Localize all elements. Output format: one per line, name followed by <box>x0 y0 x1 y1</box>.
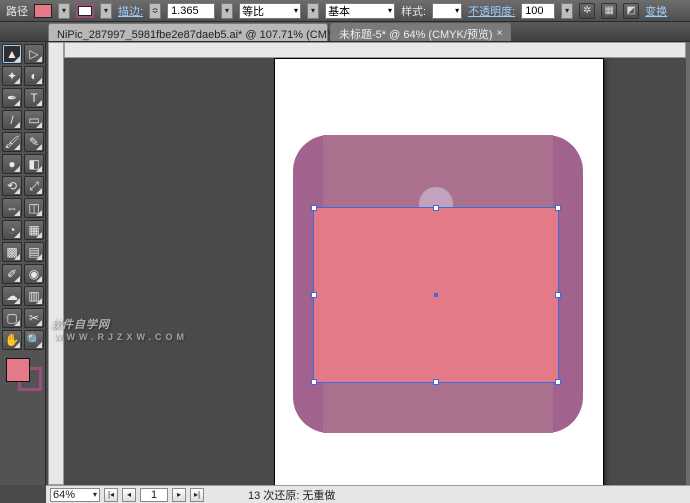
tool-rect[interactable]: ▭ <box>24 110 44 130</box>
color-block <box>2 354 44 394</box>
main-area: ▲▷✦◐✒T/▭🖌✎●◧⟲⤢⇔◫◔▦▩▤✐◉☁▥▢✂✋🔍 软件自学网 WWW.R… <box>0 42 690 485</box>
ruler-vertical[interactable] <box>48 42 64 485</box>
tool-lasso[interactable]: ◐ <box>24 66 44 86</box>
tool-perspective[interactable]: ▦ <box>24 220 44 240</box>
tool-blob[interactable]: ● <box>2 154 22 174</box>
doc-tab-0-label: NiPic_287997_5981fbe2e87daeb5.ai* @ 107.… <box>57 26 370 42</box>
ruler-horizontal[interactable] <box>64 42 686 58</box>
status-bar: 64%▾ |◂ ◂ 1 ▸ ▸| 13 次还原: 无重做 <box>46 485 690 503</box>
tool-scale[interactable]: ⤢ <box>24 176 44 196</box>
artboard <box>274 58 604 485</box>
tool-selection[interactable]: ▲ <box>2 44 22 64</box>
close-icon[interactable]: × <box>497 28 503 39</box>
tool-hand[interactable]: ✋ <box>2 330 22 350</box>
tool-mesh[interactable]: ▩ <box>2 242 22 262</box>
selection-handle-br[interactable] <box>555 379 561 385</box>
first-page-button[interactable]: |◂ <box>104 488 118 502</box>
doc-tab-0[interactable]: NiPic_287997_5981fbe2e87daeb5.ai* @ 107.… <box>48 23 328 41</box>
toolbox: ▲▷✦◐✒T/▭🖌✎●◧⟲⤢⇔◫◔▦▩▤✐◉☁▥▢✂✋🔍 <box>0 42 46 485</box>
doc-tab-1-label: 未标题-5* @ 64% (CMYK/预览) <box>339 26 493 42</box>
tool-line[interactable]: / <box>2 110 22 130</box>
recolor-icon[interactable]: ✲ <box>579 3 595 19</box>
tool-eyedrop[interactable]: ✐ <box>2 264 22 284</box>
tool-brush[interactable]: 🖌 <box>2 132 22 152</box>
selection-handle-tr[interactable] <box>555 205 561 211</box>
path-label: 路径 <box>6 3 28 19</box>
selection-handle-bc[interactable] <box>433 379 439 385</box>
dash-combo[interactable]: 等比▾ <box>239 3 301 19</box>
stroke-width-step2[interactable]: ▾ <box>307 3 319 19</box>
selected-rect-shape[interactable] <box>313 207 559 383</box>
tool-free-trans[interactable]: ◫ <box>24 198 44 218</box>
tool-shape-builder[interactable]: ◔ <box>2 220 22 240</box>
tool-blend[interactable]: ◉ <box>24 264 44 284</box>
stroke-stepper[interactable]: ≎ <box>149 3 161 19</box>
selection-handle-tc[interactable] <box>433 205 439 211</box>
prev-page-button[interactable]: ◂ <box>122 488 136 502</box>
selection-handle-bl[interactable] <box>311 379 317 385</box>
tool-type[interactable]: T <box>24 88 44 108</box>
tool-symbol[interactable]: ☁ <box>2 286 22 306</box>
tabs-bar: NiPic_287997_5981fbe2e87daeb5.ai* @ 107.… <box>0 22 690 42</box>
stroke-width-step[interactable]: ▾ <box>221 3 233 19</box>
align-icon[interactable]: ▦ <box>601 3 617 19</box>
selection-handle-mr[interactable] <box>555 292 561 298</box>
fill-swatch[interactable] <box>34 4 52 18</box>
profile-combo-label: 基本 <box>328 3 350 19</box>
selection-handle-ml[interactable] <box>311 292 317 298</box>
canvas[interactable] <box>64 58 686 485</box>
fill-dropdown[interactable]: ▾ <box>58 3 70 19</box>
tool-graph[interactable]: ▥ <box>24 286 44 306</box>
page-input[interactable]: 1 <box>140 488 168 502</box>
tool-gradient[interactable]: ▤ <box>24 242 44 262</box>
tool-pen[interactable]: ✒ <box>2 88 22 108</box>
stroke-width-input[interactable]: 1.365 <box>167 3 215 19</box>
undo-status-text: 13 次还原: 无重做 <box>248 487 335 503</box>
zoom-value: 64% <box>53 489 75 501</box>
zoom-input[interactable]: 64%▾ <box>50 488 100 502</box>
vertical-scrollbar[interactable] <box>686 42 690 485</box>
profile-combo[interactable]: 基本▾ <box>325 3 395 19</box>
stroke-swatch[interactable] <box>76 4 94 18</box>
style-label: 样式: <box>401 3 426 19</box>
tool-width[interactable]: ⇔ <box>2 198 22 218</box>
tool-zoom[interactable]: 🔍 <box>24 330 44 350</box>
change-link[interactable]: 变换 <box>645 3 667 19</box>
opacity-input[interactable]: 100 <box>521 3 555 19</box>
tool-eraser[interactable]: ◧ <box>24 154 44 174</box>
dash-combo-label: 等比 <box>242 3 264 19</box>
selection-handle-tl[interactable] <box>311 205 317 211</box>
next-page-button[interactable]: ▸ <box>172 488 186 502</box>
tool-rotate[interactable]: ⟲ <box>2 176 22 196</box>
tool-artboard[interactable]: ▢ <box>2 308 22 328</box>
tool-magic-wand[interactable]: ✦ <box>2 66 22 86</box>
opacity-step[interactable]: ▾ <box>561 3 573 19</box>
selection-center-point[interactable] <box>434 293 438 297</box>
options-bar: 路径 ▾ ▾ 描边: ≎ 1.365 ▾ 等比▾ ▾ 基本▾ 样式: ▾ 不透明… <box>0 0 690 22</box>
tool-direct-select[interactable]: ▷ <box>24 44 44 64</box>
fill-color[interactable] <box>6 358 30 382</box>
transform-icon[interactable]: ◩ <box>623 3 639 19</box>
doc-tab-1[interactable]: 未标题-5* @ 64% (CMYK/预览) × <box>330 23 511 41</box>
tool-slice[interactable]: ✂ <box>24 308 44 328</box>
opacity-label[interactable]: 不透明度: <box>468 3 515 19</box>
stroke-dropdown[interactable]: ▾ <box>100 3 112 19</box>
tool-pencil[interactable]: ✎ <box>24 132 44 152</box>
stroke-label[interactable]: 描边: <box>118 3 143 19</box>
style-combo[interactable]: ▾ <box>432 3 462 19</box>
last-page-button[interactable]: ▸| <box>190 488 204 502</box>
